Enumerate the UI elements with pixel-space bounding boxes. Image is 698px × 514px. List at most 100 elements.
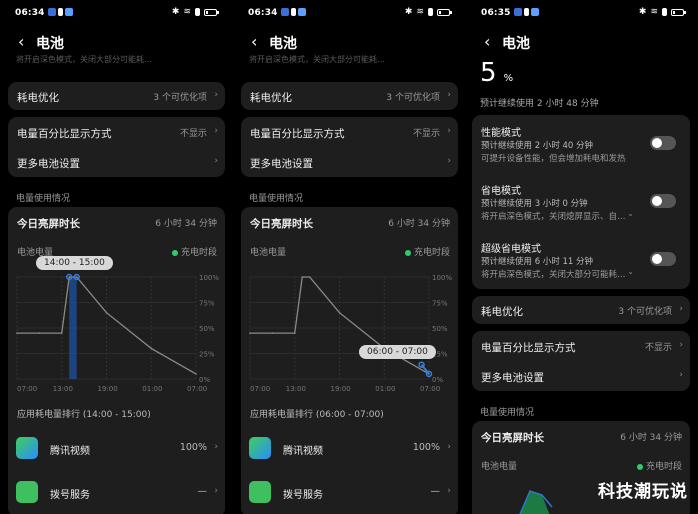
data-point bbox=[308, 276, 311, 278]
x-tick-label: 13:00 bbox=[286, 385, 306, 393]
y-tick-label: 50% bbox=[432, 325, 448, 333]
y-tick-label: 75% bbox=[199, 300, 215, 308]
battery-settings-card: 电量百分比显示方式 不显示 › 更多电池设置 › bbox=[8, 117, 225, 177]
charging-legend: 充电时段 bbox=[636, 459, 682, 472]
percent-display-value: 不显示 bbox=[412, 129, 440, 139]
charging-legend: 充电时段 bbox=[171, 245, 217, 258]
battery-settings-card: 电量百分比显示方式 不显示 › 更多电池设置 › bbox=[241, 117, 458, 177]
app-name: 腾讯视频 bbox=[283, 446, 323, 457]
data-point bbox=[150, 347, 153, 350]
battery-optimization-label: 耗电优化 bbox=[17, 92, 59, 104]
page-header: ‹ 电池 bbox=[466, 28, 698, 56]
mode-description: 将开启深色模式，关闭大部分可能耗… bbox=[481, 270, 626, 280]
more-battery-settings-label: 更多电池设置 bbox=[481, 372, 544, 384]
app-notification-icon bbox=[298, 8, 306, 16]
page-header: ‹ 电池 bbox=[233, 28, 464, 56]
phone-icon bbox=[16, 481, 38, 503]
charging-label: 充电时段 bbox=[413, 248, 450, 258]
app-usage-value: — bbox=[430, 486, 441, 497]
sim-icon bbox=[662, 8, 667, 16]
battery-level-label: 电池电量 bbox=[250, 248, 287, 258]
x-tick-label: 19:00 bbox=[98, 385, 118, 393]
page-header: ‹ 电池 bbox=[0, 28, 231, 56]
data-point bbox=[105, 311, 108, 314]
watermark-text: 科技潮玩说 bbox=[598, 482, 688, 502]
super-power-saving-mode-row[interactable]: 超级省电模式 预计继续使用 6 小时 11 分钟 将开启深色模式，关闭大部分可能… bbox=[472, 231, 690, 289]
app-name: 拨号服务 bbox=[50, 490, 90, 501]
screen-time-value: 6 小时 34 分钟 bbox=[155, 219, 217, 229]
x-tick-label: 07:00 bbox=[250, 385, 270, 393]
notification-icons bbox=[281, 8, 306, 16]
tencent-video-icon bbox=[249, 437, 271, 459]
battery-screen-3: 06:35 ✱ ≋ ‹ 电池 5 % 预计继续使用 2 小时 48 分钟 性能模… bbox=[466, 0, 698, 514]
battery-optimization-row[interactable]: 耗电优化 3 个可优化项 › bbox=[241, 82, 458, 110]
bluetooth-icon: ✱ bbox=[171, 7, 180, 17]
page-title: 电池 bbox=[269, 36, 297, 52]
power-saving-mode-toggle[interactable] bbox=[650, 194, 676, 208]
percent-display-value: 不显示 bbox=[644, 343, 672, 353]
performance-mode-toggle[interactable] bbox=[650, 136, 676, 150]
super-power-saving-mode-toggle[interactable] bbox=[650, 252, 676, 266]
sim-icon bbox=[58, 8, 63, 16]
percent-display-value: 不显示 bbox=[179, 129, 207, 139]
usage-card: 今日亮屏时长 6 小时 34 分钟 电池电量 充电时段 100% 75% 50% 25… bbox=[241, 207, 458, 514]
battery-screen-1: 06:34 ✱ ≋ ‹ 电池 将开启深色模式，关闭大部分可能耗… 耗电优化 3 … bbox=[0, 0, 231, 514]
mode-description: 将开启深色模式，关闭熄屏显示、自… bbox=[481, 212, 626, 222]
chevron-down-icon[interactable]: ⌄ bbox=[627, 267, 634, 276]
more-battery-settings-label: 更多电池设置 bbox=[17, 158, 80, 170]
scrolled-mode-description: 将开启深色模式，关闭大部分可能耗… bbox=[16, 55, 152, 64]
app-row-dialer[interactable]: 拨号服务 — › bbox=[8, 473, 225, 513]
data-point bbox=[38, 332, 41, 334]
app-row-tencent-video[interactable]: 腾讯视频 100% › bbox=[8, 429, 225, 469]
battery-optimization-label: 耗电优化 bbox=[481, 306, 523, 318]
status-right-icons: ✱ ≋ bbox=[404, 7, 452, 17]
x-tick-label: 01:00 bbox=[375, 385, 395, 393]
status-right-icons: ✱ ≋ bbox=[639, 7, 686, 17]
status-bar: 06:34 ✱ ≋ bbox=[233, 0, 464, 26]
chevron-right-icon: › bbox=[447, 486, 451, 496]
phone-icon bbox=[249, 481, 271, 503]
mode-title: 超级省电模式 bbox=[481, 244, 541, 255]
chevron-down-icon[interactable]: ⌄ bbox=[627, 209, 634, 218]
power-saving-mode-row[interactable]: 省电模式 预计继续使用 3 小时 0 分钟 将开启深色模式，关闭熄屏显示、自… … bbox=[472, 173, 690, 231]
app-row-dialer[interactable]: 拨号服务 — › bbox=[241, 473, 458, 513]
battery-optimization-label: 耗电优化 bbox=[250, 92, 292, 104]
y-tick-label: 0% bbox=[199, 376, 210, 384]
chevron-right-icon: › bbox=[447, 156, 451, 166]
battery-level-chart[interactable]: 100%75%50%25%0%07:00 13:00 19:00 01:00 07:00 bbox=[8, 259, 225, 394]
mode-title: 性能模式 bbox=[481, 128, 521, 139]
status-bar: 06:34 ✱ ≋ bbox=[0, 0, 231, 26]
mode-description: 可提升设备性能，但会增加耗电和发热 bbox=[481, 154, 626, 164]
battery-level-chart[interactable]: 100%75%50%25%0%07:00 13:00 19:00 01:00 07:00 bbox=[241, 259, 458, 394]
bluetooth-icon: ✱ bbox=[404, 7, 413, 17]
app-usage-value: 100% bbox=[179, 442, 207, 453]
screen-time-label: 今日亮屏时长 bbox=[481, 432, 544, 444]
charging-label: 充电时段 bbox=[180, 248, 217, 258]
chart-tooltip: 14:00 - 15:00 bbox=[36, 256, 113, 270]
battery-optimization-value: 3 个可优化项 bbox=[386, 93, 440, 103]
status-time: 06:34 bbox=[248, 8, 278, 18]
battery-icon bbox=[437, 8, 452, 16]
app-ranking-title: 应用耗电量排行 (14:00 - 15:00) bbox=[17, 410, 151, 420]
app-row-tencent-video[interactable]: 腾讯视频 100% › bbox=[241, 429, 458, 469]
battery-percentage: 5 % bbox=[480, 58, 513, 88]
battery-optimization-row[interactable]: 耗电优化 3 个可优化项 › bbox=[8, 82, 225, 110]
battery-estimate: 预计继续使用 2 小时 48 分钟 bbox=[480, 99, 599, 109]
chevron-right-icon: › bbox=[214, 90, 218, 100]
battery-icon bbox=[204, 8, 219, 16]
charging-dot-icon bbox=[636, 463, 643, 470]
x-tick-label: 07:00 bbox=[420, 385, 440, 393]
back-arrow-icon[interactable]: ‹ bbox=[18, 32, 24, 51]
wifi-icon: ≋ bbox=[650, 7, 658, 17]
performance-mode-row[interactable]: 性能模式 预计继续使用 2 小时 40 分钟 可提升设备性能，但会增加耗电和发热 bbox=[472, 115, 690, 173]
battery-percent-value: 5 bbox=[480, 58, 497, 88]
y-tick-label: 100% bbox=[199, 274, 219, 282]
back-arrow-icon[interactable]: ‹ bbox=[484, 32, 490, 51]
x-tick-label: 07:00 bbox=[17, 385, 37, 393]
app-name: 腾讯视频 bbox=[50, 446, 90, 457]
mode-estimate: 预计继续使用 6 小时 11 分钟 bbox=[481, 257, 594, 267]
sim-icon bbox=[291, 8, 296, 16]
battery-optimization-row[interactable]: 耗电优化 3 个可优化项 › bbox=[472, 296, 690, 324]
back-arrow-icon[interactable]: ‹ bbox=[251, 32, 257, 51]
sim-icon bbox=[195, 8, 200, 16]
